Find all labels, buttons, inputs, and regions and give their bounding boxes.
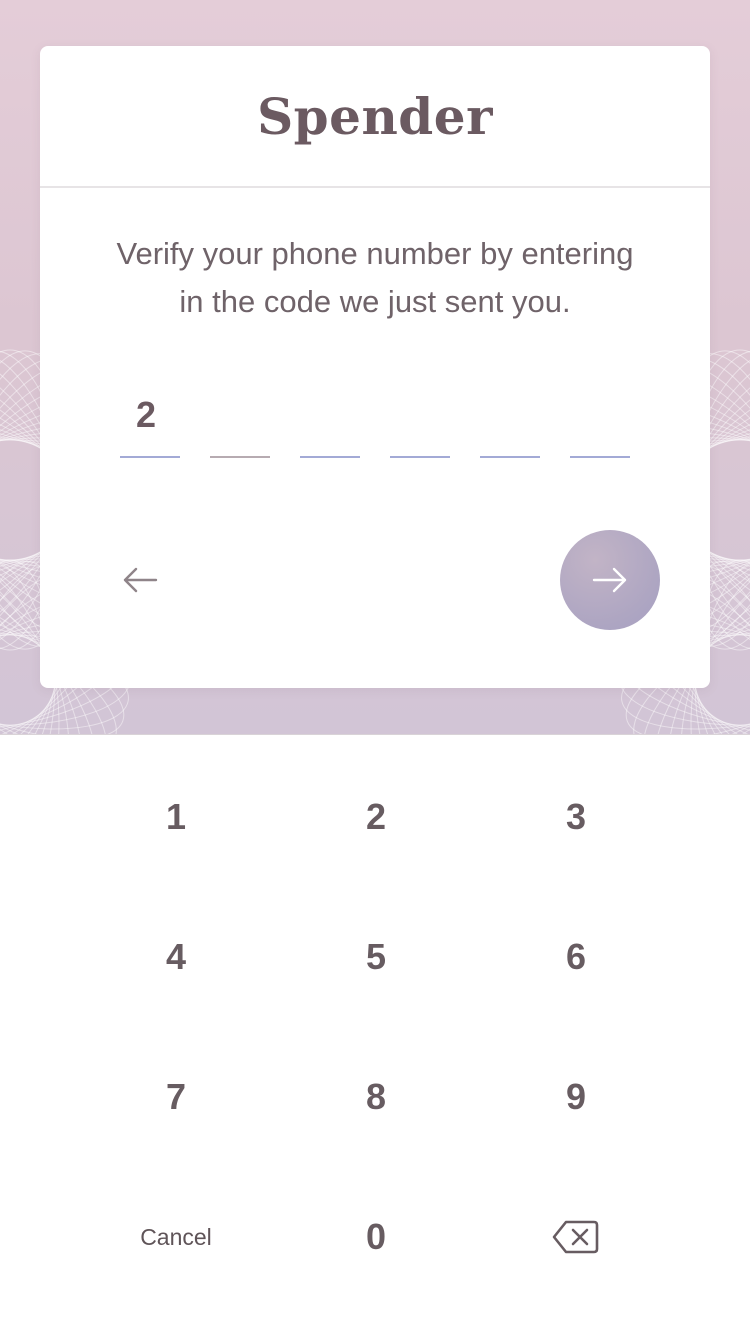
card-header: Spender <box>40 46 710 188</box>
key-0[interactable]: 0 <box>276 1187 476 1287</box>
arrow-right-icon <box>592 567 627 593</box>
key-8[interactable]: 8 <box>276 1047 476 1147</box>
key-3[interactable]: 3 <box>476 767 676 867</box>
key-2[interactable]: 2 <box>276 767 476 867</box>
backspace-icon <box>552 1220 599 1254</box>
code-slot-2[interactable] <box>210 386 270 458</box>
instruction-line-2: in the code we just sent you. <box>179 284 571 319</box>
back-button[interactable] <box>110 550 170 610</box>
key-1[interactable]: 1 <box>76 767 276 867</box>
key-5[interactable]: 5 <box>276 907 476 1007</box>
backspace-button[interactable] <box>476 1187 676 1287</box>
verification-instructions: Verify your phone number by entering in … <box>80 230 670 326</box>
code-slot-6[interactable] <box>570 386 630 458</box>
key-9[interactable]: 9 <box>476 1047 676 1147</box>
brand-logo: Spender <box>257 86 493 146</box>
code-slot-3[interactable] <box>300 386 360 458</box>
code-slot-5[interactable] <box>480 386 540 458</box>
cancel-button[interactable]: Cancel <box>76 1187 276 1287</box>
next-button[interactable] <box>560 530 660 630</box>
code-slot-4[interactable] <box>390 386 450 458</box>
arrow-left-icon <box>123 567 158 593</box>
code-slot-1[interactable]: 2 <box>120 386 180 458</box>
instruction-line-1: Verify your phone number by entering <box>116 236 634 271</box>
code-digit-1: 2 <box>135 394 157 435</box>
key-4[interactable]: 4 <box>76 907 276 1007</box>
key-7[interactable]: 7 <box>76 1047 276 1147</box>
verification-card: Spender Verify your phone number by ente… <box>40 46 710 688</box>
numeric-keypad: 1 2 3 4 5 6 7 8 9 Cancel 0 <box>0 734 750 1334</box>
key-6[interactable]: 6 <box>476 907 676 1007</box>
code-input-row[interactable]: 2 <box>120 386 630 458</box>
